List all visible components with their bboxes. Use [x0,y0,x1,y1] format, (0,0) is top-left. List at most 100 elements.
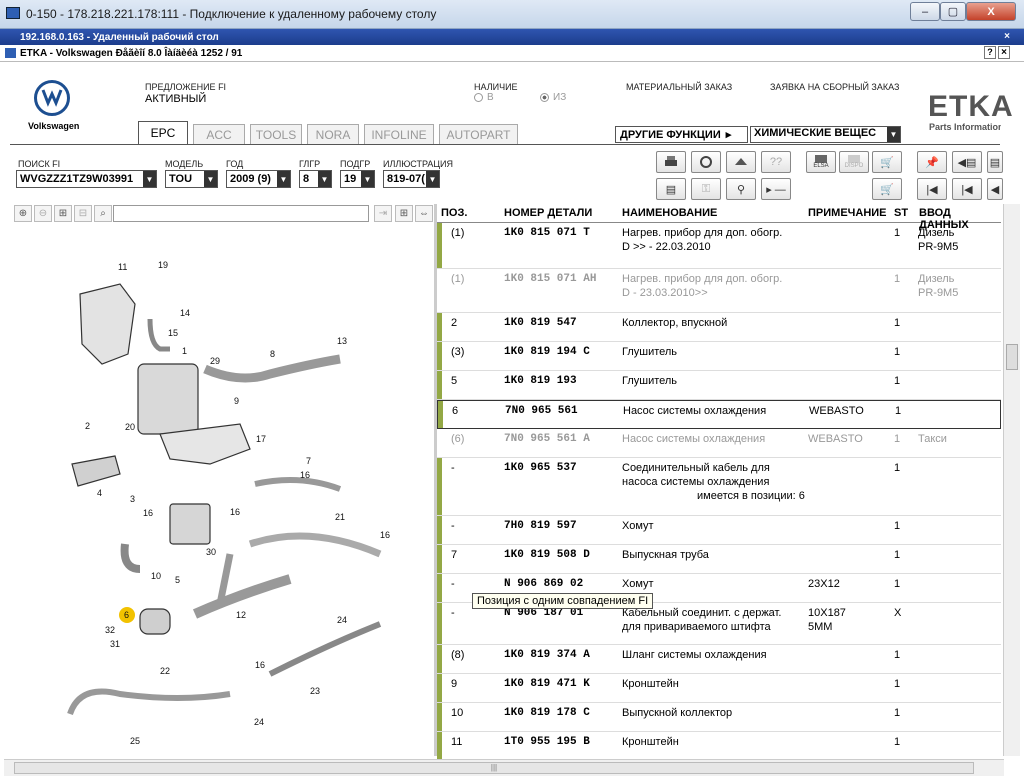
diagram-callout[interactable]: 22 [160,666,170,676]
tab-nora[interactable]: NORA [307,124,359,144]
document-icon[interactable]: ▤ [987,151,1003,173]
col-note[interactable]: ПРИМЕЧАНИЕ [808,207,887,219]
table-row[interactable]: (1) 1K0 815 071 AH Нагрев. прибор для доп.… [437,269,1001,313]
help-icon[interactable]: ?? [761,151,791,173]
col-name[interactable]: НАИМЕНОВАНИЕ [622,207,717,219]
tab-tools[interactable]: TOOLS [250,124,302,144]
assembly-order-link[interactable]: ЗАЯВКА НА СБОРНЫЙ ЗАКАЗ [770,82,899,92]
prev2-icon[interactable]: ◀ [987,178,1003,200]
diagram-callout[interactable]: 19 [158,260,168,270]
sub-group-combo[interactable]: 19 ▼ [340,170,375,188]
scroll-thumb[interactable] [1006,344,1018,370]
diagram-callout[interactable]: 30 [206,547,216,557]
pin-icon[interactable]: 📌 [917,151,947,173]
diagram-callout[interactable]: 4 [97,488,102,498]
table-row[interactable]: 9 1K0 819 471 K Кронштейн 1 [437,674,1001,703]
diagram-callout[interactable]: 20 [125,422,135,432]
diagram-callout[interactable]: 17 [256,434,266,444]
diagram-callout[interactable]: 9 [234,396,239,406]
prev-icon[interactable]: |◀ [952,178,982,200]
table-row[interactable]: 6 7N0 965 561 Насос системы охлаждения WEBA… [437,400,1001,429]
diagram-callout[interactable]: 29 [210,356,220,366]
diagram-callout[interactable]: 32 [105,625,115,635]
list-icon[interactable]: ▤ [656,178,686,200]
cart-icon[interactable]: 🛒 [872,178,902,200]
diagram-callout[interactable]: 16 [300,470,310,480]
table-row[interactable]: (1) 1K0 815 071 T Нагрев. прибор для доп. … [437,223,1001,269]
inner-help-button[interactable]: ? [984,46,996,59]
inner-close-button[interactable]: × [998,46,1010,59]
diagram-callout[interactable]: 10 [151,571,161,581]
table-row[interactable]: - 7H0 819 597 Хомут 1 [437,516,1001,545]
diagram-callout[interactable]: 6 [124,610,129,620]
diagram-callout[interactable]: 12 [236,610,246,620]
tab-acc[interactable]: ACC [193,124,245,144]
material-order-link[interactable]: МАТЕРИАЛЬНЫЙ ЗАКАЗ [626,82,732,92]
table-row[interactable]: 10 1K0 819 178 C Выпускной коллектор 1 [437,703,1001,732]
rdp-bar-close-icon[interactable]: × [1004,31,1010,42]
search-icon[interactable]: ⌕ [94,205,112,222]
illustration-search-input[interactable] [113,205,369,222]
illustration-combo[interactable]: 819-07(▼ [383,170,440,188]
zoom-area-icon[interactable]: ⊟ [74,205,92,222]
main-group-combo[interactable]: 8 ▼ [299,170,332,188]
diagram-callout[interactable]: 15 [168,328,178,338]
key-icon[interactable]: ⚿ [691,178,721,200]
diagram-callout[interactable]: 16 [230,507,240,517]
zoom-in-icon[interactable]: ⊕ [14,205,32,222]
elsa-icon[interactable]: ELSA [806,151,836,173]
model-combo[interactable]: TOU ▼ [165,170,218,188]
table-row[interactable]: 11 1T0 955 195 B Кронштейн 1 [437,732,1001,761]
lock-icon[interactable] [726,151,756,173]
maximize-button[interactable]: ▢ [940,2,966,21]
minimize-button[interactable]: – [910,2,940,21]
search-fi-combo[interactable]: WVGZZZ1TZ9W03991 ▼ [16,170,157,188]
table-row[interactable]: - 1K0 965 537 Соединительный кабель для нас… [437,458,1001,516]
zoom-fit-icon[interactable]: ⊞ [54,205,72,222]
diagram-callout[interactable]: 16 [255,660,265,670]
diagram-callout[interactable]: 16 [380,530,390,540]
diagram-callout[interactable]: 5 [175,575,180,585]
wrench-icon[interactable] [691,151,721,173]
table-row[interactable]: (3) 1K0 819 194 C Глушитель 1 [437,342,1001,371]
close-button[interactable]: X [966,2,1016,21]
diagram-callout[interactable]: 21 [335,512,345,522]
col-part-number[interactable]: НОМЕР ДЕТАЛИ [504,207,592,219]
zoom-out-icon[interactable]: ⊖ [34,205,52,222]
diagram-callout[interactable]: 2 [85,421,90,431]
back-icon[interactable]: ◀▤ [952,151,982,173]
table-row[interactable]: (8) 1K0 819 374 A Шланг системы охлаждения… [437,645,1001,674]
split-arrows-icon[interactable]: ⇔ [415,205,433,222]
diagram-callout[interactable]: 8 [270,349,275,359]
horizontal-scrollbar[interactable]: ||| [4,759,1004,776]
diagram-callout[interactable]: 31 [110,639,120,649]
table-row[interactable]: 5 1K0 819 193 Глушитель 1 [437,371,1001,400]
parts-diagram[interactable]: 11 19 1415 1 29 8 13 9 2 20 17 4 3 7 16 16 16 21 16 10 5 30 12… [10,224,434,756]
diagram-callout[interactable]: 1 [182,346,187,356]
first-icon[interactable]: |◀ [917,178,947,200]
diagram-callout[interactable]: 7 [306,456,311,466]
dispo-icon[interactable]: DISPO [839,151,869,173]
diagram-callout[interactable]: 24 [337,615,347,625]
diagram-callout[interactable]: 24 [254,717,264,727]
table-row[interactable]: 2 1K0 819 547 Коллектор, впускной 1 [437,313,1001,342]
printer-icon[interactable] [656,151,686,173]
col-st[interactable]: ST [894,207,908,219]
diagram-callout[interactable]: 13 [337,336,347,346]
table-row[interactable]: 7 1K0 819 508 D Выпускная труба 1 [437,545,1001,574]
cart-add-icon[interactable]: 🛒 [872,151,902,173]
tab-autopart[interactable]: AUTOPART [439,124,518,144]
layout-icon[interactable]: ⊞ [395,205,413,222]
next-minus-icon[interactable]: ▸ — [761,178,791,200]
year-combo[interactable]: 2009 (9) ▼ [226,170,291,188]
diagram-callout[interactable]: 25 [130,736,140,746]
functions-select[interactable]: ХИМИЧЕСКИЕ ВЕЩЕС ▼ [750,126,901,143]
other-functions-button[interactable]: ДРУГИЕ ФУНКЦИИ ▸ [615,126,748,143]
table-row[interactable]: (6) 7N0 965 561 A Насос системы охлаждения… [437,429,1001,458]
diagram-callout[interactable]: 23 [310,686,320,696]
diagram-callout[interactable]: 3 [130,494,135,504]
availability-radio-iz[interactable] [540,93,549,102]
availability-radio-b[interactable] [474,93,483,102]
hscroll-thumb[interactable]: ||| [14,762,974,774]
col-pos[interactable]: ПОЗ. [441,207,467,219]
